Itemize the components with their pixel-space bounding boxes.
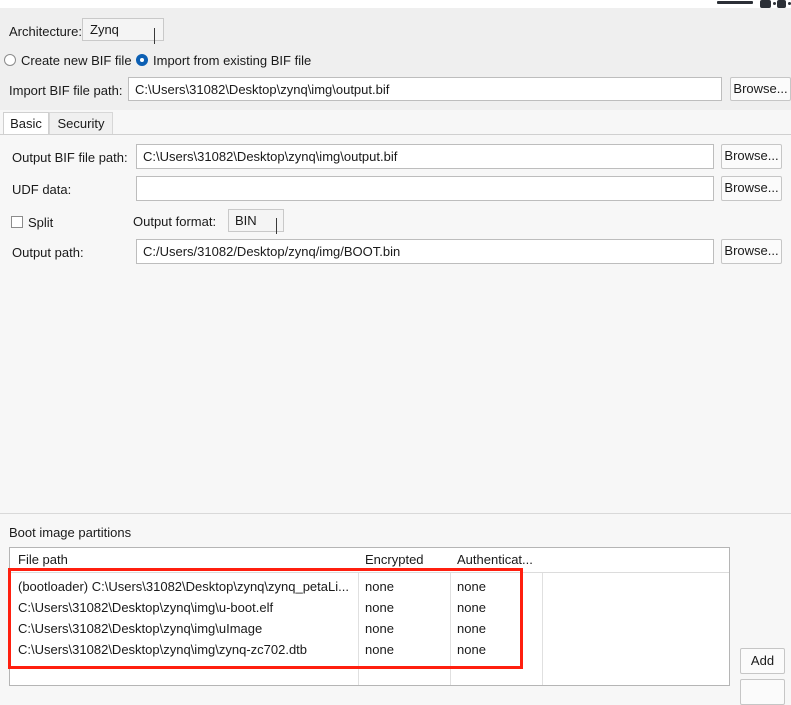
cell-file-path: C:\Users\31082\Desktop\zynq\img\uImage bbox=[18, 621, 263, 636]
import-bif-path-value: C:\Users\31082\Desktop\zynq\img\output.b… bbox=[135, 82, 390, 97]
cell-encrypted: none bbox=[365, 642, 394, 657]
split-checkbox-square bbox=[11, 216, 23, 228]
browse-import-bif-button[interactable]: Browse... bbox=[730, 77, 791, 101]
output-path-input[interactable]: C:/Users/31082/Desktop/zynq/img/BOOT.bin bbox=[136, 239, 714, 264]
boot-image-partitions-title: Boot image partitions bbox=[9, 525, 132, 540]
output-bif-path-input[interactable]: C:\Users\31082\Desktop\zynq\img\output.b… bbox=[136, 144, 714, 169]
radio-create-new-bif[interactable]: Create new BIF file bbox=[4, 50, 132, 70]
column-header-file-path[interactable]: File path bbox=[18, 552, 68, 567]
close-icon[interactable] bbox=[777, 0, 786, 8]
cell-file-path: C:\Users\31082\Desktop\zynq\img\u-boot.e… bbox=[18, 600, 274, 615]
browse-output-bif-button[interactable]: Browse... bbox=[721, 144, 782, 169]
radio-import-existing-bif-label: Import from existing BIF file bbox=[153, 52, 312, 68]
output-format-label: Output format: bbox=[133, 214, 217, 229]
architecture-dropdown-value: Zynq bbox=[90, 22, 119, 37]
table-row[interactable]: (bootloader) C:\Users\31082\Desktop\zynq… bbox=[10, 577, 729, 598]
radio-import-existing-bif-circle bbox=[136, 54, 148, 66]
chevron-down-icon bbox=[154, 28, 155, 44]
radio-import-existing-bif[interactable]: Import from existing BIF file bbox=[136, 50, 311, 70]
cell-file-path: (bootloader) C:\Users\31082\Desktop\zynq… bbox=[18, 579, 349, 594]
cell-authenticated: none bbox=[457, 621, 486, 636]
table-row[interactable]: C:\Users\31082\Desktop\zynq\img\zynq-zc7… bbox=[10, 640, 729, 661]
cell-encrypted: none bbox=[365, 621, 394, 636]
boot-image-partitions-table[interactable]: File path Encrypted Authenticat... (boot… bbox=[9, 547, 730, 686]
cell-encrypted: none bbox=[365, 600, 394, 615]
add-partition-button[interactable]: Add bbox=[740, 648, 785, 674]
control-dot-left bbox=[773, 2, 776, 5]
window-controls bbox=[703, 0, 791, 8]
section-divider bbox=[0, 513, 791, 514]
output-format-dropdown-value: BIN bbox=[235, 213, 257, 228]
table-row[interactable]: C:\Users\31082\Desktop\zynq\img\u-boot.e… bbox=[10, 598, 729, 619]
split-checkbox-label: Split bbox=[28, 214, 54, 230]
output-format-dropdown[interactable]: BIN bbox=[228, 209, 284, 234]
table-header-row: File path Encrypted Authenticat... bbox=[10, 548, 729, 573]
browse-output-path-button[interactable]: Browse... bbox=[721, 239, 782, 264]
tab-security[interactable]: Security bbox=[49, 112, 113, 135]
tab-bar: Basic Security bbox=[0, 110, 791, 135]
output-path-label: Output path: bbox=[12, 245, 84, 260]
cell-authenticated: none bbox=[457, 579, 486, 594]
titlebar-strip bbox=[0, 0, 791, 8]
chevron-down-icon bbox=[276, 218, 277, 234]
udf-data-label: UDF data: bbox=[12, 182, 72, 197]
import-bif-path-label: Import BIF file path: bbox=[9, 83, 123, 98]
browse-udf-button[interactable]: Browse... bbox=[721, 176, 782, 201]
udf-data-input[interactable] bbox=[136, 176, 714, 201]
maximize-icon[interactable] bbox=[760, 0, 771, 8]
table-row[interactable]: C:\Users\31082\Desktop\zynq\img\uImage n… bbox=[10, 619, 729, 640]
secondary-partition-button[interactable] bbox=[740, 679, 785, 705]
import-bif-path-input[interactable]: C:\Users\31082\Desktop\zynq\img\output.b… bbox=[128, 77, 722, 101]
radio-create-new-bif-circle bbox=[4, 54, 16, 66]
split-checkbox[interactable]: Split bbox=[11, 213, 53, 231]
column-header-encrypted[interactable]: Encrypted bbox=[365, 552, 424, 567]
output-bif-path-label: Output BIF file path: bbox=[12, 150, 128, 165]
bif-source-radio-group: Create new BIF file Import from existing… bbox=[0, 50, 791, 70]
architecture-dropdown[interactable]: Zynq bbox=[82, 18, 164, 44]
tab-basic[interactable]: Basic bbox=[3, 112, 49, 135]
cell-file-path: C:\Users\31082\Desktop\zynq\img\zynq-zc7… bbox=[18, 642, 308, 657]
cell-encrypted: none bbox=[365, 579, 394, 594]
cell-authenticated: none bbox=[457, 642, 486, 657]
architecture-label: Architecture: bbox=[9, 24, 82, 39]
column-header-authenticated[interactable]: Authenticat... bbox=[457, 552, 533, 567]
output-bif-path-value: C:\Users\31082\Desktop\zynq\img\output.b… bbox=[143, 149, 398, 164]
cell-authenticated: none bbox=[457, 600, 486, 615]
output-path-value: C:/Users/31082/Desktop/zynq/img/BOOT.bin bbox=[143, 244, 401, 259]
radio-create-new-bif-label: Create new BIF file bbox=[21, 52, 132, 68]
minimize-icon[interactable] bbox=[717, 1, 753, 4]
